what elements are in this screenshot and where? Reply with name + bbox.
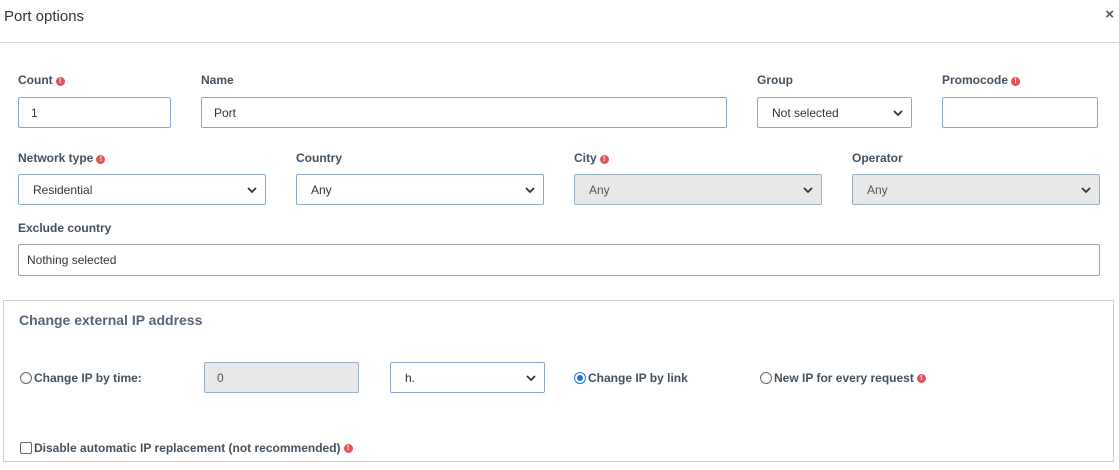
chevron-down-icon	[525, 186, 535, 193]
close-icon[interactable]: ×	[1105, 6, 1114, 23]
count-label: Count!	[18, 73, 65, 87]
warning-icon: !	[1011, 77, 1021, 86]
by-link-label: Change IP by link	[588, 371, 688, 385]
chevron-down-icon	[526, 374, 536, 381]
warning-icon: !	[343, 443, 353, 453]
city-selected-value: Any	[589, 182, 610, 197]
network-type-selected-value: Residential	[33, 182, 93, 197]
every-request-radio[interactable]	[760, 372, 772, 384]
chevron-down-icon	[803, 186, 813, 193]
name-label: Name	[201, 73, 234, 87]
warning-icon: !	[96, 155, 106, 164]
dialog-header: Port options ×	[0, 0, 1119, 43]
city-label: City!	[574, 151, 609, 165]
chevron-down-icon	[1081, 186, 1091, 193]
count-input[interactable]	[18, 97, 171, 128]
name-input[interactable]	[201, 97, 727, 128]
chevron-down-icon	[893, 109, 903, 116]
disable-auto-label: Disable automatic IP replacement (not re…	[34, 441, 341, 455]
section-title: Change external IP address	[19, 312, 203, 328]
exclude-country-label: Exclude country	[18, 221, 112, 235]
country-selected-value: Any	[311, 182, 332, 197]
ip-time-unit-select[interactable]: h.	[390, 362, 545, 393]
new-ip-every-request-option[interactable]: New IP for every request !	[760, 371, 926, 385]
promocode-label: Promocode!	[942, 73, 1021, 87]
promocode-input[interactable]	[942, 97, 1098, 128]
warning-icon: !	[599, 155, 609, 164]
change-ip-by-link-option[interactable]: Change IP by link	[574, 371, 688, 385]
exclude-country-placeholder: Nothing selected	[27, 253, 117, 267]
every-request-label: New IP for every request	[774, 371, 914, 385]
change-ip-by-time-option[interactable]: Change IP by time:	[20, 371, 142, 385]
country-select[interactable]: Any	[296, 174, 544, 205]
country-label: Country	[296, 151, 342, 165]
warning-icon: !	[916, 373, 926, 383]
network-type-label: Network type!	[18, 151, 106, 165]
operator-select[interactable]: Any	[852, 174, 1100, 205]
city-select[interactable]: Any	[574, 174, 822, 205]
operator-selected-value: Any	[867, 182, 888, 197]
by-time-label: Change IP by time:	[34, 371, 142, 385]
by-link-radio[interactable]	[574, 372, 586, 384]
group-select[interactable]: Not selected	[757, 97, 912, 128]
ip-time-value-input[interactable]	[204, 362, 359, 393]
operator-label: Operator	[852, 151, 903, 165]
group-selected-value: Not selected	[772, 105, 839, 120]
time-unit-value: h.	[405, 370, 416, 385]
change-ip-section: Change external IP address Change IP by …	[3, 300, 1114, 462]
disable-auto-checkbox[interactable]	[20, 442, 32, 454]
chevron-down-icon	[247, 186, 257, 193]
exclude-country-multiselect[interactable]: Nothing selected	[18, 244, 1100, 276]
by-time-radio[interactable]	[20, 372, 32, 384]
warning-icon: !	[55, 77, 65, 86]
disable-auto-ip-option[interactable]: Disable automatic IP replacement (not re…	[20, 441, 353, 455]
network-type-select[interactable]: Residential	[18, 174, 266, 205]
group-label: Group	[757, 73, 793, 87]
dialog-title: Port options	[4, 8, 85, 25]
